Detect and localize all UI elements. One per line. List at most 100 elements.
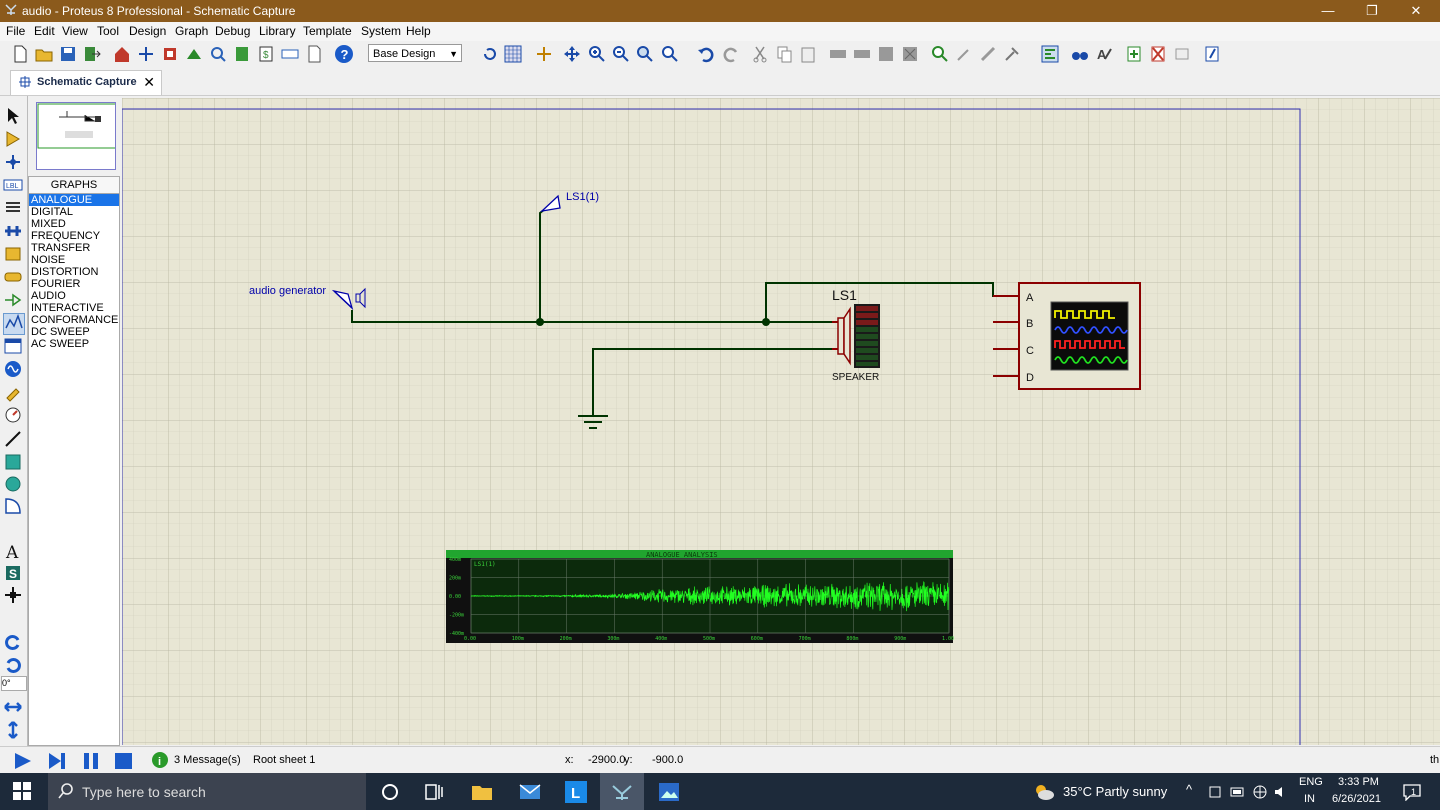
minimize-button[interactable]: — (1306, 0, 1350, 22)
zoom-in-icon[interactable] (587, 44, 607, 64)
language-indicator[interactable]: ENG (1299, 776, 1323, 788)
info-icon[interactable]: i (151, 751, 169, 772)
windows-start-icon[interactable] (10, 779, 34, 803)
rotate-clockwise-icon[interactable] (3, 632, 23, 652)
text-script-icon[interactable] (3, 198, 23, 218)
mirror-y-icon[interactable] (3, 720, 23, 740)
edit-report-icon[interactable] (1202, 44, 1222, 64)
graph-mode-icon[interactable] (3, 313, 25, 335)
mirror-x-icon[interactable] (3, 697, 23, 717)
graph-type-frequency[interactable]: FREQUENCY (29, 230, 119, 242)
zoom-all-icon[interactable] (635, 44, 655, 64)
graph-type-audio[interactable]: AUDIO (29, 290, 119, 302)
save-icon[interactable] (58, 44, 78, 64)
origin-icon[interactable] (534, 44, 554, 64)
menu-edit[interactable]: Edit (34, 24, 55, 38)
show-hidden-icons-chevron-icon[interactable]: ^ (1186, 782, 1192, 797)
import-icon[interactable] (82, 44, 102, 64)
meet-now-icon[interactable] (1208, 785, 1222, 802)
search-icon[interactable] (1070, 44, 1090, 64)
wire-autorouter-icon[interactable] (1040, 44, 1060, 64)
graph-type-analogue[interactable]: ANALOGUE (29, 194, 119, 206)
menu-file[interactable]: File (6, 24, 25, 38)
zoom-out-icon[interactable] (611, 44, 631, 64)
graph-type-mixed[interactable]: MIXED (29, 218, 119, 230)
terminals-icon[interactable] (3, 267, 23, 287)
maximize-button[interactable]: ❐ (1350, 0, 1394, 22)
help-icon[interactable]: ? (334, 44, 354, 64)
rotation-angle-field[interactable]: 0° (1, 676, 27, 691)
generator-icon[interactable] (3, 359, 23, 379)
menu-design[interactable]: Design (129, 24, 166, 38)
analogue-analysis-graph[interactable]: ANALOGUE ANALYSIS 400m 200m 0.00 -200m -400m… (446, 550, 954, 643)
gerber-icon[interactable] (208, 44, 228, 64)
graph-type-distortion[interactable]: DISTORTION (29, 266, 119, 278)
probe-icon[interactable] (3, 382, 23, 402)
virtual-instrument-icon[interactable] (3, 405, 23, 425)
junction-dot-icon[interactable] (3, 152, 23, 172)
graph-type-ac-sweep[interactable]: AC SWEEP (29, 338, 119, 350)
volume-icon[interactable] (1273, 784, 1289, 803)
make-device-icon[interactable] (954, 44, 974, 64)
generator-label[interactable]: audio generator (249, 285, 326, 297)
speaker-reference[interactable]: LS1 (832, 287, 857, 303)
packaging-icon[interactable] (978, 44, 998, 64)
overview-window[interactable] (36, 102, 119, 170)
graph-type-digital[interactable]: DIGITAL (29, 206, 119, 218)
marker-tool-icon[interactable] (3, 585, 23, 605)
wire-label-icon[interactable]: LBL (3, 175, 23, 195)
new-file-icon[interactable] (10, 44, 30, 64)
binary-icon[interactable] (280, 44, 300, 64)
menu-library[interactable]: Library (259, 24, 296, 38)
rotate-anticlockwise-icon[interactable] (3, 655, 23, 675)
decompose-icon[interactable] (1002, 44, 1022, 64)
l-app-icon[interactable]: L (564, 780, 588, 804)
zoom-area-icon[interactable] (660, 44, 680, 64)
line-tool-icon[interactable] (3, 429, 23, 449)
message-count[interactable]: 3 Message(s) (174, 754, 241, 766)
arc-tool-icon[interactable] (3, 496, 23, 516)
grid-toggle-icon[interactable] (503, 44, 523, 64)
schematic-canvas[interactable]: audio generator LS1(1) LS1 SPEAKER A B C… (122, 98, 1440, 745)
clock-date[interactable]: 6/26/2021 (1332, 793, 1381, 805)
copy-icon[interactable] (774, 44, 794, 64)
graph-type-fourier[interactable]: FOURIER (29, 278, 119, 290)
pause-simulation-icon[interactable] (80, 751, 102, 774)
probe-label[interactable]: LS1(1) (566, 191, 599, 203)
battery-icon[interactable] (1230, 785, 1246, 802)
redo-icon[interactable] (721, 44, 741, 64)
menu-debug[interactable]: Debug (215, 24, 250, 38)
bom-icon[interactable] (232, 44, 252, 64)
speaker-name[interactable]: SPEAKER (832, 372, 879, 383)
block-move-icon[interactable] (852, 44, 872, 64)
weather-icon[interactable] (1033, 782, 1055, 805)
menu-tool[interactable]: Tool (97, 24, 119, 38)
selection-mode-icon[interactable] (3, 106, 23, 126)
menu-view[interactable]: View (62, 24, 88, 38)
menu-system[interactable]: System (361, 24, 401, 38)
graph-type-conformance[interactable]: CONFORMANCE (29, 314, 119, 326)
remove-sheet-icon[interactable] (1148, 44, 1168, 64)
menu-template[interactable]: Template (303, 24, 352, 38)
refresh-icon[interactable] (480, 44, 500, 64)
close-button[interactable]: ✕ (1394, 0, 1438, 22)
tab-close-icon[interactable]: ✕ (143, 74, 155, 91)
network-globe-icon[interactable] (1252, 784, 1268, 803)
3d-view-icon[interactable] (184, 44, 204, 64)
device-pins-icon[interactable] (3, 290, 23, 310)
document-icon[interactable] (304, 44, 324, 64)
graph-type-dc-sweep[interactable]: DC SWEEP (29, 326, 119, 338)
step-simulation-icon[interactable] (46, 751, 68, 774)
tab-schematic-capture[interactable]: Schematic Capture ✕ (10, 70, 162, 95)
paste-icon[interactable] (798, 44, 818, 64)
mail-icon[interactable] (518, 780, 542, 804)
photos-app-icon[interactable] (657, 780, 681, 804)
open-folder-icon[interactable] (34, 44, 54, 64)
play-simulation-icon[interactable] (12, 751, 34, 774)
design-variant-select[interactable]: Base Design ▼ (368, 44, 462, 62)
component-mode-icon[interactable] (3, 129, 23, 149)
cost-icon[interactable]: $ (256, 44, 276, 64)
buses-icon[interactable] (3, 221, 23, 241)
taskbar-search-box[interactable]: Type here to search (48, 773, 366, 810)
file-explorer-icon[interactable] (470, 780, 494, 804)
